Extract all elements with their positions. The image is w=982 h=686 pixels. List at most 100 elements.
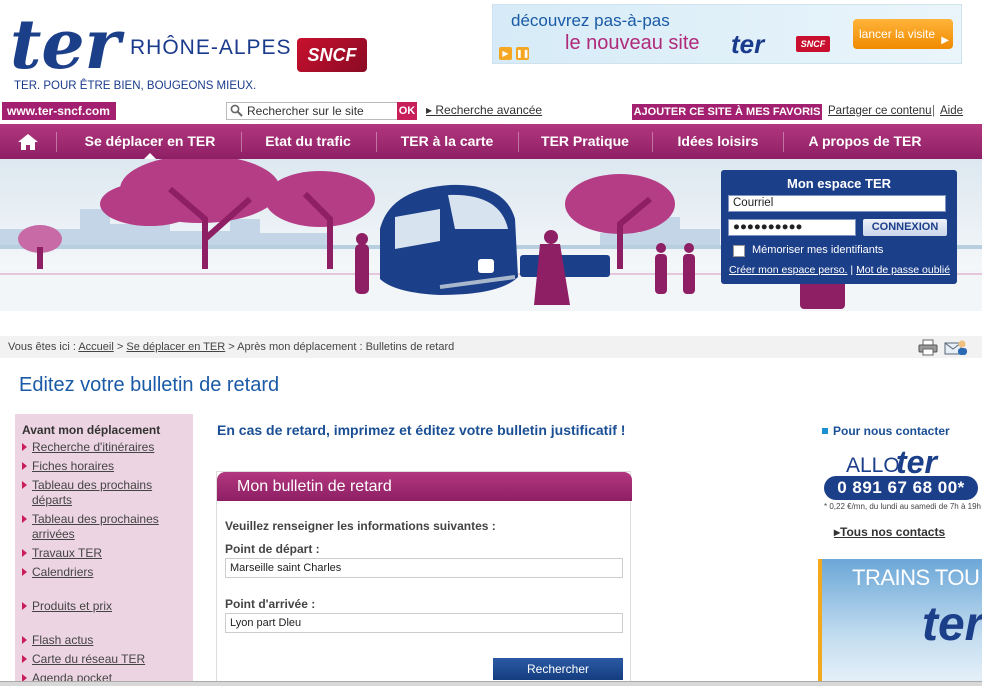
- breadcrumb-home[interactable]: Accueil: [78, 341, 113, 353]
- browser-status-bar: [0, 681, 982, 686]
- sidebar-item-prochaines-arrivees[interactable]: Tableau des prochaines arrivées: [32, 512, 182, 542]
- ad-text: TRAINS TOU: [852, 565, 980, 590]
- utility-bar: www.ter-sncf.com Rechercher sur le site …: [0, 100, 982, 122]
- search-icon: [230, 104, 243, 117]
- play-icon[interactable]: ▶: [499, 47, 512, 60]
- home-icon[interactable]: [14, 133, 42, 151]
- nav-item-idees-loisirs[interactable]: Idées loisirs: [662, 124, 774, 159]
- sidebar-item-produits-prix[interactable]: Produits et prix: [32, 599, 112, 614]
- nav-divider: [376, 132, 377, 152]
- forgot-password-link[interactable]: Mot de passe oublié: [856, 264, 950, 276]
- promo-line2: le nouveau site: [565, 32, 700, 54]
- page-title: Editez votre bulletin de retard: [19, 374, 280, 396]
- launch-tour-label: lancer la visite: [859, 27, 936, 41]
- nav-divider: [241, 132, 242, 152]
- breadcrumb-prefix: Vous êtes ici :: [8, 341, 76, 353]
- promo-ter-logo: ter: [731, 29, 765, 59]
- search-ok-button[interactable]: OK: [397, 102, 417, 120]
- remember-checkbox[interactable]: [733, 245, 745, 257]
- sidebar-item-flash-actus[interactable]: Flash actus: [32, 633, 93, 648]
- sidebar-item-travaux[interactable]: Travaux TER: [32, 546, 102, 561]
- promo-sncf-logo: SNCF: [796, 36, 830, 52]
- form-instruction: Veuillez renseigner les informations sui…: [225, 519, 496, 533]
- login-link-separator: |: [850, 264, 854, 276]
- phone-number: 0 891 67 68 00*: [824, 476, 978, 500]
- launch-tour-button[interactable]: lancer la visite ▶: [853, 19, 953, 49]
- form-title: Mon bulletin de retard: [217, 472, 632, 501]
- arrow-right-icon: ▶: [941, 35, 949, 46]
- all-contacts-label: Tous nos contacts: [840, 525, 946, 539]
- pause-icon[interactable]: ❚❚: [516, 47, 529, 60]
- sidebar-item-itineraires[interactable]: Recherche d'itinéraires: [32, 440, 154, 455]
- delay-form: Mon bulletin de retard Veuillez renseign…: [216, 471, 632, 686]
- print-icon[interactable]: [918, 339, 938, 356]
- bullet-icon: [22, 549, 27, 557]
- square-bullet-icon: [822, 428, 828, 434]
- sidebar-item-calendriers[interactable]: Calendriers: [32, 565, 93, 580]
- login-panel: Mon espace TER Courriel ●●●●●●●●●● CONNE…: [721, 170, 957, 284]
- nav-divider: [652, 132, 653, 152]
- bullet-icon: [22, 443, 27, 451]
- breadcrumb-sep: >: [228, 341, 235, 353]
- bullet-icon: [22, 636, 27, 644]
- site-url-badge[interactable]: www.ter-sncf.com: [2, 102, 116, 120]
- toolbar-separator: |: [932, 105, 935, 117]
- phone-note: * 0,22 €/mn, du lundi au samedi de 7h à …: [824, 502, 981, 511]
- nav-item-a-propos[interactable]: A propos de TER: [793, 124, 937, 159]
- breadcrumb-sep: >: [116, 341, 124, 353]
- nav-item-ter-carte[interactable]: TER à la carte: [385, 124, 509, 159]
- left-sidebar: Avant mon déplacement Recherche d'itinér…: [15, 414, 193, 686]
- login-links: Créer mon espace perso. | Mot de passe o…: [729, 264, 950, 276]
- sidebar-item-fiches-horaires[interactable]: Fiches horaires: [32, 459, 114, 474]
- nav-item-ter-pratique[interactable]: TER Pratique: [527, 124, 643, 159]
- share-link[interactable]: Partager ce contenu: [828, 105, 932, 117]
- trains-ad-banner[interactable]: TRAINS TOU ter: [818, 559, 982, 686]
- site-header: ter RHÔNE-ALPES TER. POUR ÊTRE BIEN, BOU…: [0, 0, 982, 97]
- intro-text: En cas de retard, imprimez et éditez vot…: [217, 422, 626, 438]
- remember-label: Mémoriser mes identifiants: [752, 244, 884, 256]
- main-nav: Se déplacer en TER Etat du trafic TER à …: [0, 124, 982, 159]
- bullet-icon: [22, 515, 27, 523]
- advanced-search-link[interactable]: ▸ Recherche avancée: [426, 103, 542, 117]
- nav-divider: [518, 132, 519, 152]
- sidebar-item-carte-reseau[interactable]: Carte du réseau TER: [32, 652, 145, 667]
- promo-line1: découvrez pas-à-pas: [511, 11, 670, 30]
- sidebar-heading: Avant mon déplacement: [22, 423, 161, 437]
- site-search-input[interactable]: Rechercher sur le site: [226, 102, 398, 120]
- ad-ter-logo: ter: [922, 598, 982, 651]
- bullet-icon: [22, 462, 27, 470]
- create-account-link[interactable]: Créer mon espace perso.: [729, 264, 847, 276]
- arrival-label: Point d'arrivée :: [225, 597, 316, 611]
- allo-text: ALLO: [846, 454, 900, 477]
- sidebar-item-prochains-departs[interactable]: Tableau des prochains départs: [32, 478, 182, 508]
- contact-heading: Pour nous contacter: [833, 424, 950, 438]
- password-field[interactable]: ●●●●●●●●●●: [728, 219, 856, 236]
- nav-divider: [783, 132, 784, 152]
- bullet-icon: [22, 481, 27, 489]
- arrival-input[interactable]: Lyon part Dleu: [225, 613, 623, 633]
- departure-label: Point de départ :: [225, 542, 320, 556]
- bullet-icon: [22, 568, 27, 576]
- svg-text:ter: ter: [10, 6, 125, 81]
- nav-item-etat-trafic[interactable]: Etat du trafic: [250, 124, 366, 159]
- add-favorites-button[interactable]: AJOUTER CE SITE À MES FAVORIS: [632, 104, 822, 120]
- ter-logo[interactable]: ter: [10, 6, 140, 81]
- email-field[interactable]: Courriel: [728, 195, 946, 212]
- tagline: TER. POUR ÊTRE BIEN, BOUGEONS MIEUX.: [14, 80, 257, 92]
- connect-button[interactable]: CONNEXION: [863, 219, 947, 236]
- breadcrumb: Vous êtes ici : Accueil > Se déplacer en…: [0, 336, 982, 358]
- help-link[interactable]: Aide: [940, 105, 963, 117]
- email-friend-icon[interactable]: [944, 339, 968, 356]
- bullet-icon: [22, 655, 27, 663]
- bullet-icon: [22, 602, 27, 610]
- breadcrumb-section[interactable]: Se déplacer en TER: [126, 341, 225, 353]
- all-contacts-link[interactable]: ▸Tous nos contacts: [834, 525, 945, 539]
- promo-banner[interactable]: découvrez pas-à-pas le nouveau site ter …: [492, 4, 962, 64]
- login-title: Mon espace TER: [786, 176, 892, 191]
- departure-input[interactable]: Marseille saint Charles: [225, 558, 623, 578]
- breadcrumb-current: Après mon déplacement : Bulletins de ret…: [237, 341, 455, 353]
- sncf-logo[interactable]: SNCF: [297, 38, 367, 72]
- region-name: RHÔNE-ALPES: [130, 36, 292, 59]
- search-button[interactable]: Rechercher: [493, 658, 623, 680]
- nav-divider: [56, 132, 57, 152]
